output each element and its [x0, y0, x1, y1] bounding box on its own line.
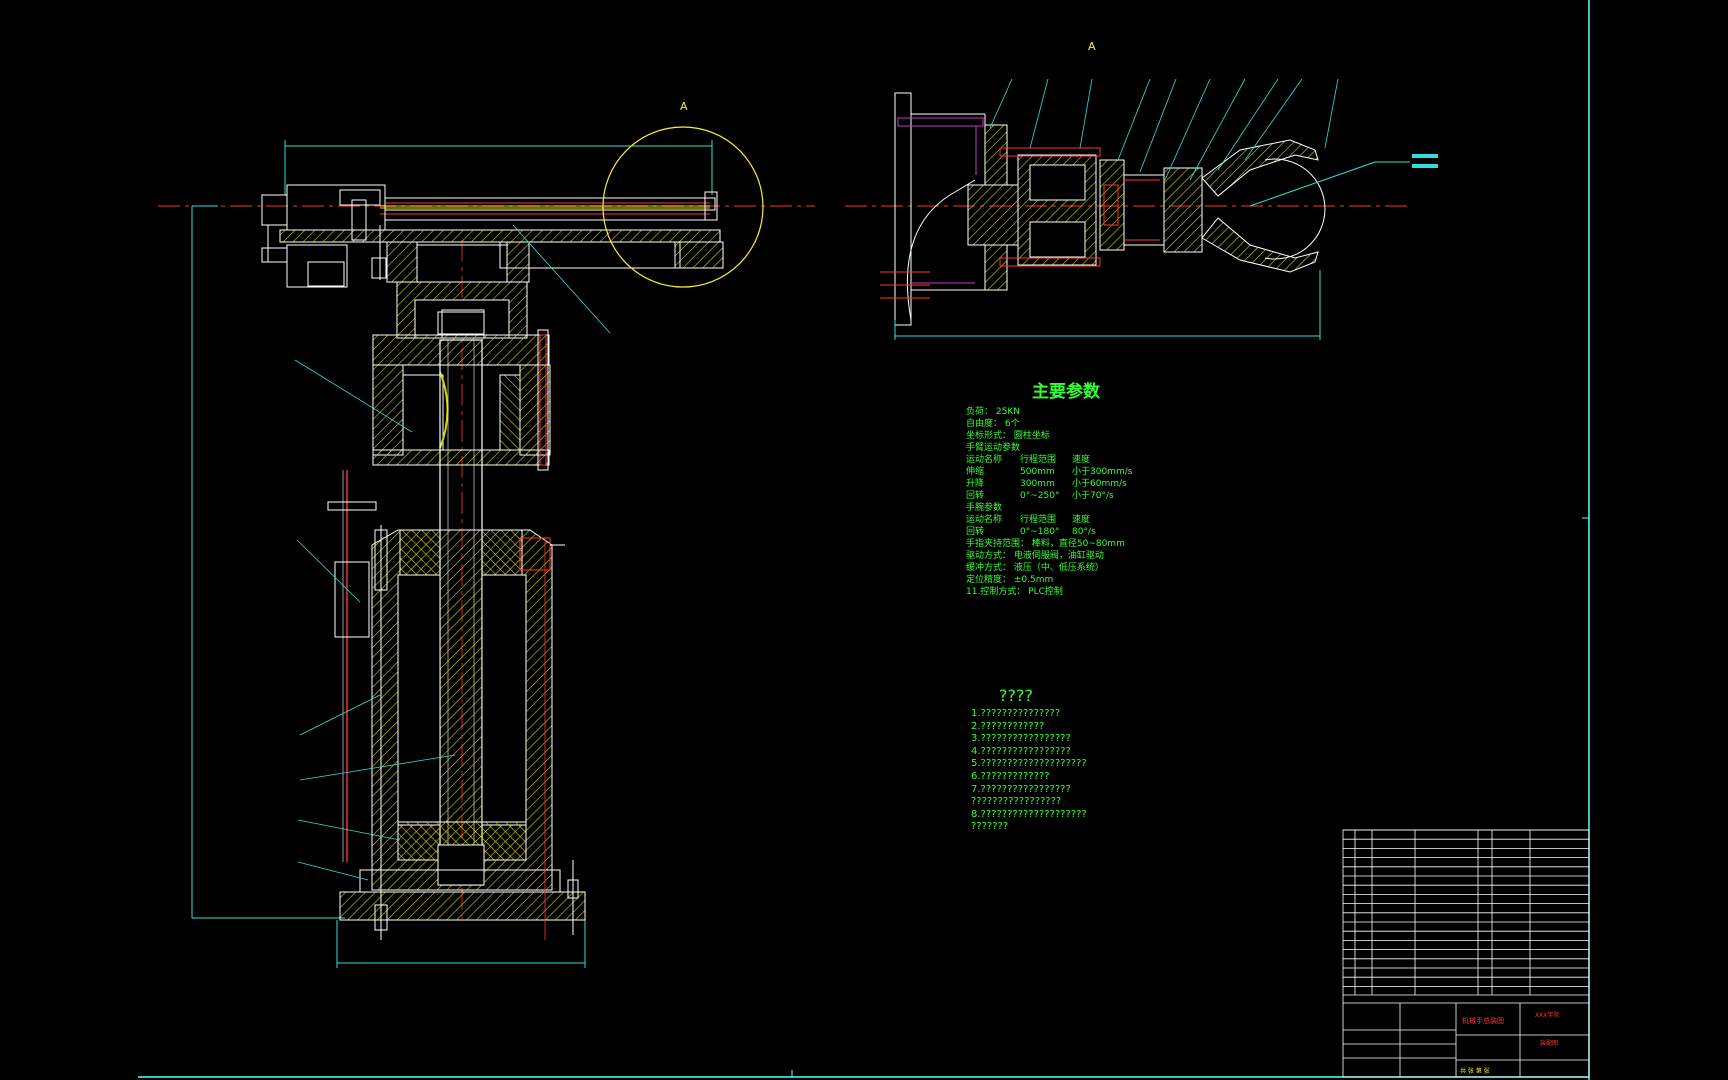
note-line: 5.????????????????????: [971, 758, 1087, 770]
notes-list: 1.??????????????? 2.???????????? 3.???????…: [971, 708, 1087, 834]
parameter-rows: 负荷： 25KN 自由度： 6个 坐标形式： 圆柱坐标 手臂运动参数 运动名称 行程范围速…: [966, 406, 1176, 598]
parameter-cell: 回转: [966, 527, 985, 537]
main-parameters-table: 主要参数 负荷： 25KN 自由度： 6个 坐标形式： 圆柱坐标 手臂运动参数 运动名称…: [966, 382, 1176, 598]
parameter-row: 11.控制方式： PLC控制: [966, 586, 1176, 598]
drawing-name: 机械手总装图: [1462, 1017, 1504, 1025]
parameter-cell: 300mm: [1020, 479, 1055, 489]
school-name: XXX学院: [1535, 1012, 1560, 1019]
note-line: 6.?????????????: [971, 770, 1050, 782]
parameter-row: 定位精度： ±0.5mm: [966, 574, 1176, 586]
parameter-row: 手腕参数: [966, 502, 1176, 514]
view-label-a-right: A: [1088, 40, 1096, 53]
parameter-cell: 80°/s: [1072, 527, 1096, 537]
note-line: 2.????????????: [971, 720, 1045, 732]
parameter-row: 回转 0°~250° 小于70°/s: [966, 490, 1176, 502]
parameter-row: 伸缩 500mm 小于300mm/s: [966, 466, 1176, 478]
note-line: 1.???????????????: [971, 708, 1061, 719]
notes-title: ????: [999, 686, 1033, 705]
parameter-row: 运动名称 行程范围 速度: [966, 514, 1176, 526]
parameter-text: 自由度： 6个: [966, 419, 1020, 429]
parameter-row: 坐标形式： 圆柱坐标: [966, 430, 1176, 442]
parameter-row: 回转 0°~180° 80°/s: [966, 526, 1176, 538]
parameter-row: 手指夹持范围： 棒料，直径50~80mm: [966, 538, 1176, 550]
parameter-cell: 500mm: [1020, 467, 1055, 477]
parameter-cell: 运动名称: [966, 515, 1003, 525]
sheet-count: 共 张 第 张: [1460, 1068, 1490, 1075]
note-line: 8.????????????????????: [971, 808, 1087, 820]
parameter-cell: 小于60mm/s: [1072, 479, 1127, 489]
parameter-row: 驱动方式： 电液伺服阀，油缸驱动: [966, 550, 1176, 562]
parameter-cell: 行程范围: [1020, 455, 1057, 465]
parameter-cell: 0°~180°: [1020, 527, 1060, 537]
parameter-row: 缓冲方式： 液压（中、低压系统）: [966, 562, 1176, 574]
drawing-number: 装配图: [1540, 1040, 1559, 1047]
note-line: 3.?????????????????: [971, 733, 1071, 745]
parameter-cell: 回转: [966, 491, 985, 501]
parameter-text: 手指夹持范围： 棒料，直径50~80mm: [966, 539, 1125, 549]
main-parameters-title: 主要参数: [1032, 382, 1100, 402]
parameter-text: 手腕参数: [966, 503, 1003, 513]
parameter-row: 负荷： 25KN: [966, 406, 1176, 418]
parameter-text: 坐标形式： 圆柱坐标: [966, 431, 1050, 441]
cad-drawing-canvas: [138, 0, 1590, 1080]
parameter-cell: 速度: [1072, 515, 1091, 525]
parameter-cell: 小于70°/s: [1072, 491, 1114, 501]
note-line: 4.?????????????????: [971, 745, 1071, 757]
parameter-cell: 小于300mm/s: [1072, 467, 1133, 477]
parameter-cell: 运动名称: [966, 455, 1003, 465]
parameter-cell: 行程范围: [1020, 515, 1057, 525]
note-line: 7.?????????????????: [971, 783, 1071, 795]
parameter-cell: 伸缩: [966, 467, 985, 477]
parameter-row: 自由度： 6个: [966, 418, 1176, 430]
parameter-text: 手臂运动参数: [966, 443, 1021, 453]
view-label-a-left: A: [680, 100, 688, 113]
parameter-row: 手臂运动参数: [966, 442, 1176, 454]
parameter-cell: 速度: [1072, 455, 1091, 465]
parameter-text: 驱动方式： 电液伺服阀，油缸驱动: [966, 551, 1104, 561]
parameter-cell: 升降: [966, 479, 985, 489]
main-assembly-view: [158, 126, 815, 968]
detail-view-a: [845, 78, 1438, 340]
note-line: ?????????????????: [971, 796, 1062, 808]
parameter-text: 11.控制方式： PLC控制: [966, 587, 1063, 597]
technical-notes: ???? 1.??????????????? 2.???????????? 3.??…: [971, 686, 1087, 834]
parameter-text: 定位精度： ±0.5mm: [966, 575, 1054, 585]
note-line: ???????: [971, 821, 1009, 833]
parameter-row: 运动名称 行程范围 速度: [966, 454, 1176, 466]
parameter-row: 升降 300mm 小于60mm/s: [966, 478, 1176, 490]
parameter-cell: 0°~250°: [1020, 491, 1060, 501]
parameter-text: 负荷： 25KN: [966, 407, 1020, 417]
parameter-text: 缓冲方式： 液压（中、低压系统）: [966, 563, 1104, 573]
